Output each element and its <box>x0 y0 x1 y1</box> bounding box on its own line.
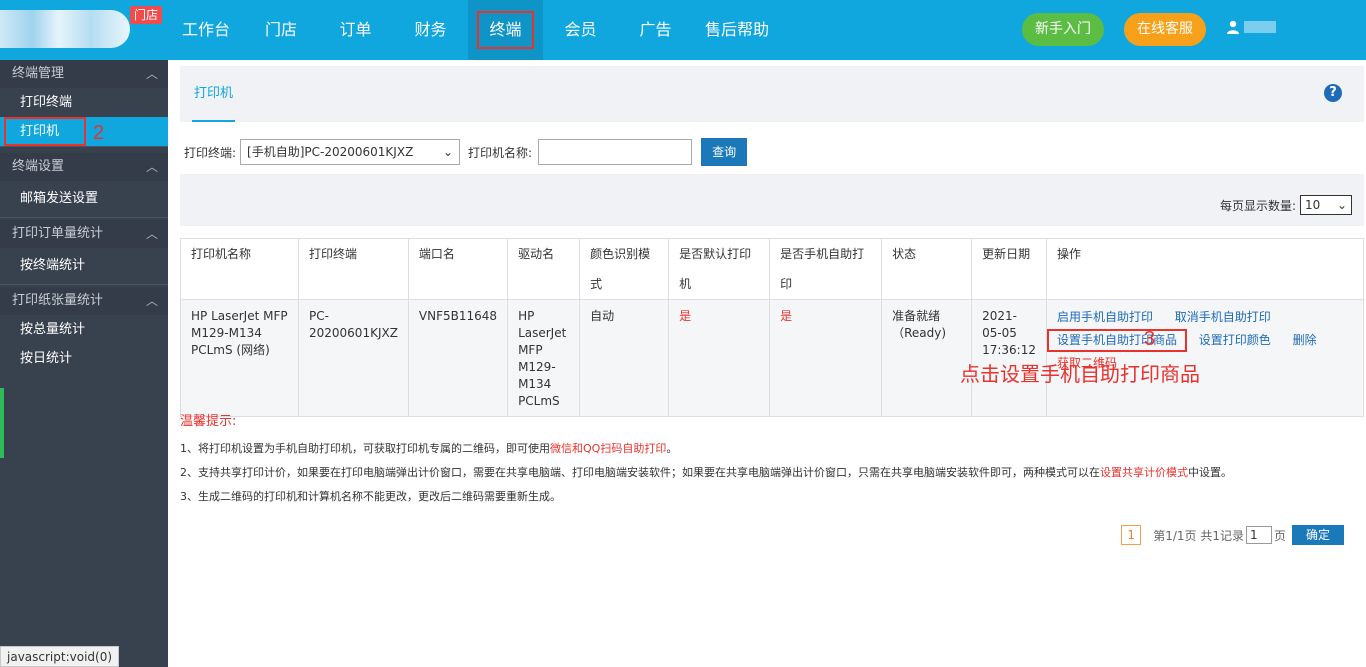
nav-aftersales[interactable]: 售后帮助 <box>693 0 781 60</box>
set-print-color-link[interactable]: 设置打印颜色 <box>1199 333 1271 347</box>
user-name-blurred <box>1244 21 1276 33</box>
cell-color-mode: 自动 <box>579 299 670 417</box>
newbie-button[interactable]: 新手入门 <box>1022 13 1104 46</box>
pagination: 1 第1/1页 共1记录 1 页 确定 <box>1121 525 1344 545</box>
highlight-box <box>4 117 86 146</box>
query-button[interactable]: 查询 <box>701 138 748 166</box>
page-number-current[interactable]: 1 <box>1121 525 1142 545</box>
chevron-up-icon: ︿ <box>145 160 158 174</box>
set-mobile-print-goods-link[interactable]: 设置手机自助打印商品 <box>1057 333 1177 347</box>
chevron-up-icon: ︿ <box>145 67 158 81</box>
pagesize-control: 每页显示数量: 10 ⌄ <box>1220 195 1352 215</box>
cell-status: 准备就绪（Ready) <box>881 299 973 417</box>
col-mobile-self: 是否手机自助打印 <box>769 238 883 300</box>
col-status: 状态 <box>881 238 973 300</box>
printer-table: 打印机名称 打印终端 端口名 驱动名 颜色识别模式 是否默认打印机 是否手机自助… <box>180 238 1365 417</box>
tip-3: 3、生成二维码的打印机和计算机名称不能更改，更改后二维码需要重新生成。 <box>180 490 561 503</box>
col-driver: 驱动名 <box>507 238 581 300</box>
sidebar: 终端管理 ︿ 打印终端 打印机 终端设置 ︿ 邮箱发送设置 打印订单量统计 ︿ 按终端… <box>0 60 168 667</box>
annotation-text: 点击设置手机自助打印商品 <box>960 364 1200 386</box>
cell-port: VNF5B11648 <box>407 299 509 417</box>
tip-highlight: 微信和QQ扫码自助打印 <box>550 442 667 455</box>
online-service-button[interactable]: 在线客服 <box>1124 13 1206 46</box>
col-printer-name: 打印机名称 <box>180 238 299 300</box>
sidebar-item-by-day[interactable]: 按日统计 <box>0 344 168 373</box>
nav-members[interactable]: 会员 <box>543 0 618 60</box>
cell-terminal: PC-20200601KJXZ <box>298 299 409 417</box>
sidebar-group-terminal-mgmt: 终端管理 ︿ 打印终端 打印机 <box>0 60 168 147</box>
sidebar-group-title[interactable]: 终端管理 ︿ <box>0 60 168 88</box>
pagesize-bar: 每页显示数量: 10 ⌄ <box>180 174 1364 226</box>
status-bar-url: javascript:void(0) <box>0 646 120 667</box>
sidebar-group-terminal-settings: 终端设置 ︿ 邮箱发送设置 <box>0 153 168 218</box>
cell-driver: HP LaserJet MFP M129-M134 PCLmS <box>507 299 581 417</box>
pagesize-label: 每页显示数量: <box>1219 198 1296 213</box>
page-jump-button[interactable]: 确定 <box>1292 525 1344 545</box>
sidebar-item-by-terminal[interactable]: 按终端统计 <box>0 248 168 284</box>
nav-terminal[interactable]: 终端 <box>468 0 543 60</box>
sidebar-item-printer[interactable]: 打印机 <box>0 117 168 146</box>
table-header-row: 打印机名称 打印终端 端口名 驱动名 颜色识别模式 是否默认打印机 是否手机自助… <box>180 238 1365 300</box>
enable-mobile-print-link[interactable]: 启用手机自助打印 <box>1057 310 1153 324</box>
highlight-box: 设置手机自助打印商品 <box>1046 329 1187 352</box>
top-bar: 门店 工作台 门店 订单 财务 终端 会员 广告 售后帮助 新手入门 在线客服 <box>0 0 1366 60</box>
col-actions: 操作 <box>1045 238 1365 300</box>
pagesize-select[interactable]: 10 ⌄ <box>1300 195 1352 215</box>
sidebar-item-by-total[interactable]: 按总量统计 <box>0 315 168 344</box>
page-info: 第1/1页 共1记录 <box>1153 528 1244 543</box>
nav-orders[interactable]: 订单 <box>318 0 393 60</box>
sidebar-item-email-settings[interactable]: 邮箱发送设置 <box>0 181 168 217</box>
col-port: 端口名 <box>407 238 509 300</box>
cell-printer-name: HP LaserJet MFP M129-M134 PCLmS (网络) <box>180 299 299 417</box>
nav-finance[interactable]: 财务 <box>393 0 468 60</box>
nav-workbench[interactable]: 工作台 <box>168 0 244 60</box>
printer-name-input[interactable] <box>538 139 693 165</box>
cell-default: 是 <box>668 299 771 417</box>
tip-2: 2、支持共享打印计价，如果要在打印电脑端弹出计价窗口，需要在共享电脑端、打印电脑… <box>180 466 1232 479</box>
chevron-down-icon: ⌄ <box>442 145 454 159</box>
col-updated: 更新日期 <box>971 238 1047 300</box>
main-nav: 工作台 门店 订单 财务 终端 会员 广告 售后帮助 <box>168 0 781 60</box>
col-color-mode: 颜色识别模式 <box>579 238 670 300</box>
page-jump-input[interactable]: 1 <box>1245 526 1272 544</box>
printer-name-label: 打印机名称: <box>468 145 533 160</box>
col-default: 是否默认打印机 <box>668 238 771 300</box>
annotation-2: 2 <box>93 122 105 144</box>
tab-bar: 打印机 ? <box>180 66 1364 122</box>
nav-store[interactable]: 门店 <box>244 0 318 60</box>
user-icon <box>1227 20 1239 34</box>
tab-printer[interactable]: 打印机 <box>192 84 236 122</box>
cancel-mobile-print-link[interactable]: 取消手机自助打印 <box>1175 310 1271 324</box>
nav-ads[interactable]: 广告 <box>618 0 693 60</box>
filter-bar: 打印终端: [手机自助]PC-20200601KJXZ ⌄ 打印机名称: 查询 <box>184 138 748 166</box>
chevron-up-icon: ︿ <box>145 227 158 241</box>
store-badge: 门店 <box>130 6 163 24</box>
sidebar-group-order-stats: 打印订单量统计 ︿ 按终端统计 <box>0 220 168 285</box>
tips-section: 温馨提示: 1、将打印机设置为手机自助打印机，可获取打印机专属的二维码，即可使用… <box>180 410 1364 509</box>
sidebar-item-print-terminal[interactable]: 打印终端 <box>0 88 168 117</box>
sidebar-group-title[interactable]: 终端设置 ︿ <box>0 153 168 181</box>
page-unit: 页 <box>1273 528 1286 543</box>
delete-link[interactable]: 删除 <box>1293 333 1317 347</box>
cell-mobile-self: 是 <box>769 299 883 417</box>
chevron-down-icon: ⌄ <box>1336 198 1347 212</box>
main-content: 打印机 ? 打印终端: [手机自助]PC-20200601KJXZ ⌄ 打印机名… <box>168 60 1366 667</box>
col-terminal: 打印终端 <box>298 238 409 300</box>
annotation-3: 3 <box>1144 328 1156 350</box>
terminal-select[interactable]: [手机自助]PC-20200601KJXZ ⌄ <box>240 139 461 165</box>
user-menu[interactable] <box>1226 20 1276 34</box>
logo[interactable] <box>0 10 130 48</box>
sidebar-group-title[interactable]: 打印订单量统计 ︿ <box>0 220 168 248</box>
help-icon[interactable]: ? <box>1324 84 1342 102</box>
chevron-up-icon: ︿ <box>145 294 158 308</box>
sidebar-group-title[interactable]: 打印纸张量统计 ︿ <box>0 287 168 315</box>
tips-title: 温馨提示: <box>180 414 237 429</box>
shared-pricing-link[interactable]: 设置共享计价模式 <box>1100 466 1188 479</box>
side-indicator <box>0 388 4 458</box>
terminal-label: 打印终端: <box>184 145 237 160</box>
sidebar-group-paper-stats: 打印纸张量统计 ︿ 按总量统计 按日统计 <box>0 287 168 373</box>
tip-1: 1、将打印机设置为手机自助打印机，可获取打印机专属的二维码，即可使用微信和QQ扫… <box>180 442 678 455</box>
